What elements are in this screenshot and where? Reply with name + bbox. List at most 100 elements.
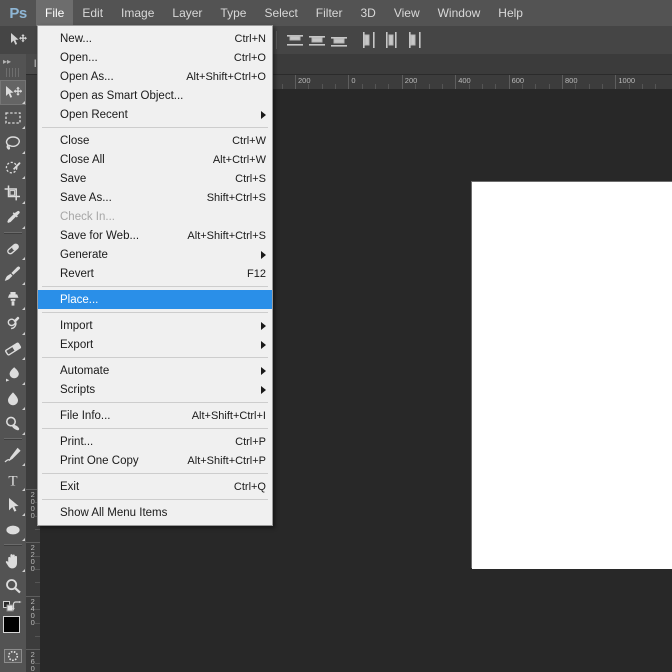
tool-submenu-indicator xyxy=(22,488,25,491)
ellipse-shape-tool[interactable] xyxy=(0,517,26,542)
file-menu-item-open-as[interactable]: Open As...Alt+Shift+Ctrl+O xyxy=(38,67,272,86)
quick-mask-mode-icon[interactable] xyxy=(0,646,26,666)
history-brush-tool[interactable] xyxy=(0,311,26,336)
file-menu-item-generate[interactable]: Generate xyxy=(38,245,272,264)
color-swatches xyxy=(0,614,26,644)
file-menu-item-place[interactable]: Place... xyxy=(38,290,272,309)
menu-item-shortcut: Alt+Ctrl+W xyxy=(199,154,266,166)
menu-3d[interactable]: 3D xyxy=(351,0,384,26)
file-menu-item-revert[interactable]: RevertF12 xyxy=(38,264,272,283)
tool-submenu-indicator xyxy=(22,126,25,129)
file-menu-item-close[interactable]: CloseCtrl+W xyxy=(38,131,272,150)
distribute-bottom-edges-icon[interactable] xyxy=(329,30,349,50)
file-menu-item-show-all-menu-items[interactable]: Show All Menu Items xyxy=(38,503,272,522)
rectangular-marquee-tool[interactable] xyxy=(0,105,26,130)
distribute-right-edges-icon[interactable] xyxy=(403,30,423,50)
file-menu-item-open-recent[interactable]: Open Recent xyxy=(38,105,272,124)
menu-layer[interactable]: Layer xyxy=(163,0,211,26)
lasso-tool[interactable] xyxy=(0,130,26,155)
zoom-tool[interactable] xyxy=(0,573,26,598)
crop-tool[interactable] xyxy=(0,180,26,205)
eraser-tool[interactable] xyxy=(0,336,26,361)
file-menu-item-print[interactable]: Print...Ctrl+P xyxy=(38,432,272,451)
file-menu-item-close-all[interactable]: Close AllAlt+Ctrl+W xyxy=(38,150,272,169)
file-menu-item-file-info[interactable]: File Info...Alt+Shift+Ctrl+I xyxy=(38,406,272,425)
file-menu-item-export[interactable]: Export xyxy=(38,335,272,354)
hand-tool[interactable] xyxy=(0,548,26,573)
tool-submenu-indicator xyxy=(22,332,25,335)
photoshop-logo: Ps xyxy=(0,0,36,26)
foreground-color-swatch[interactable] xyxy=(3,616,20,633)
menu-item-shortcut: Ctrl+O xyxy=(220,52,266,64)
file-menu-item-open[interactable]: Open... Ctrl+O xyxy=(38,48,272,67)
file-menu-item-save[interactable]: SaveCtrl+S xyxy=(38,169,272,188)
brush-tool[interactable] xyxy=(0,261,26,286)
menu-item-shortcut: Alt+Shift+Ctrl+P xyxy=(173,455,266,467)
menu-help[interactable]: Help xyxy=(489,0,532,26)
menu-item-label: Import xyxy=(60,320,93,332)
menu-separator xyxy=(42,127,268,128)
submenu-arrow-icon xyxy=(261,322,266,330)
spot-healing-brush-tool[interactable] xyxy=(0,236,26,261)
menu-item-label: Open As... xyxy=(60,71,114,83)
menu-separator xyxy=(42,312,268,313)
menu-item-label: Automate xyxy=(60,365,109,377)
tool-submenu-indicator xyxy=(22,257,25,260)
tool-submenu-indicator xyxy=(22,569,25,572)
tool-separator xyxy=(4,438,22,440)
menu-select[interactable]: Select xyxy=(255,0,306,26)
menu-item-label: Save for Web... xyxy=(60,230,139,242)
submenu-arrow-icon xyxy=(261,367,266,375)
tools-panel-drag-grip[interactable] xyxy=(6,68,20,77)
menu-separator xyxy=(42,402,268,403)
eyedropper-tool[interactable] xyxy=(0,205,26,230)
file-menu-item-check-in: Check In... xyxy=(38,207,272,226)
move-tool-icon[interactable] xyxy=(4,27,32,53)
file-menu-item-import[interactable]: Import xyxy=(38,316,272,335)
dodge-tool[interactable] xyxy=(0,411,26,436)
distribute-vertical-centers-icon[interactable] xyxy=(307,30,327,50)
gradient-tool[interactable] xyxy=(0,361,26,386)
distribute-left-edges-icon[interactable] xyxy=(359,30,379,50)
type-tool[interactable]: T xyxy=(0,467,26,492)
menu-filter[interactable]: Filter xyxy=(307,0,352,26)
blur-tool[interactable] xyxy=(0,386,26,411)
menu-item-shortcut: Alt+Shift+Ctrl+S xyxy=(173,230,266,242)
submenu-arrow-icon xyxy=(261,251,266,259)
move-tool[interactable] xyxy=(0,80,26,105)
quick-selection-tool[interactable] xyxy=(0,155,26,180)
menu-type[interactable]: Type xyxy=(211,0,255,26)
menu-edit[interactable]: Edit xyxy=(73,0,112,26)
menu-window[interactable]: Window xyxy=(429,0,490,26)
align-group-distribute-vertical xyxy=(284,30,350,50)
submenu-arrow-icon xyxy=(261,341,266,349)
menu-separator xyxy=(42,428,268,429)
distribute-top-edges-icon[interactable] xyxy=(285,30,305,50)
menu-item-shortcut: Alt+Shift+Ctrl+I xyxy=(178,410,266,422)
clone-stamp-tool[interactable] xyxy=(0,286,26,311)
tool-submenu-indicator xyxy=(22,513,25,516)
menu-item-label: Revert xyxy=(60,268,94,280)
pen-tool[interactable] xyxy=(0,442,26,467)
file-menu-item-print-one-copy[interactable]: Print One CopyAlt+Shift+Ctrl+P xyxy=(38,451,272,470)
file-menu-item-open-as-smart-object[interactable]: Open as Smart Object... xyxy=(38,86,272,105)
file-menu-item-new[interactable]: New...Ctrl+N xyxy=(38,29,272,48)
file-menu-item-save-as[interactable]: Save As...Shift+Ctrl+S xyxy=(38,188,272,207)
menu-file[interactable]: File xyxy=(36,0,73,26)
path-selection-tool[interactable] xyxy=(0,492,26,517)
tool-list: T xyxy=(0,80,26,598)
ruler-label: 0 xyxy=(348,76,355,85)
file-menu-item-save-for-web[interactable]: Save for Web... Alt+Shift+Ctrl+S xyxy=(38,226,272,245)
file-menu-item-exit[interactable]: ExitCtrl+Q xyxy=(38,477,272,496)
tool-submenu-indicator xyxy=(22,201,25,204)
distribute-horizontal-centers-icon[interactable] xyxy=(381,30,401,50)
menu-view[interactable]: View xyxy=(385,0,429,26)
document-canvas[interactable] xyxy=(472,182,672,569)
svg-text:T: T xyxy=(8,473,17,488)
menu-image[interactable]: Image xyxy=(112,0,163,26)
file-menu-item-scripts[interactable]: Scripts xyxy=(38,380,272,399)
tools-panel-collapse-handle[interactable]: ▸▸ xyxy=(0,54,26,68)
menu-separator xyxy=(42,357,268,358)
menu-item-label: Open... xyxy=(60,52,98,64)
file-menu-item-automate[interactable]: Automate xyxy=(38,361,272,380)
